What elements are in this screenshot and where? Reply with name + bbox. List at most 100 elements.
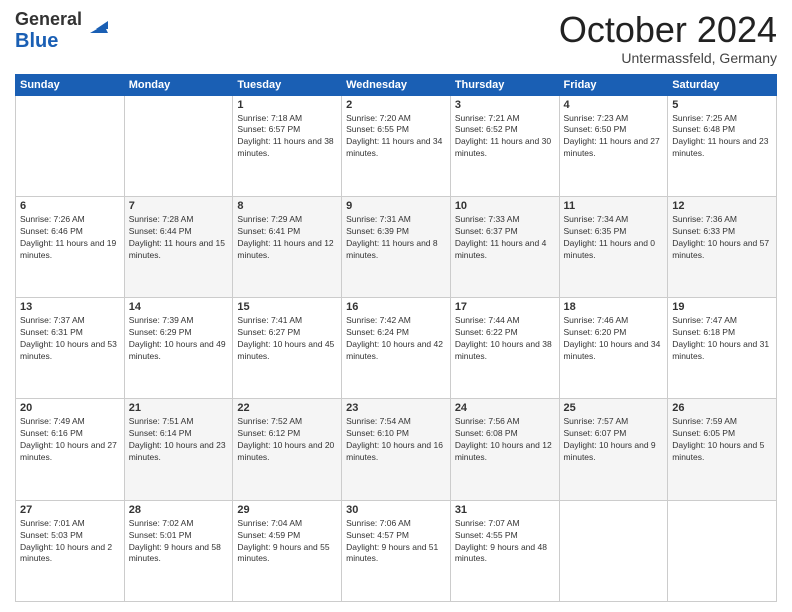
day-number: 27: [20, 504, 120, 516]
day-number: 4: [564, 99, 664, 111]
day-number: 25: [564, 402, 664, 414]
day-number: 19: [672, 301, 772, 313]
day-cell: 17 Sunrise: 7:44 AMSunset: 6:22 PMDayligh…: [450, 298, 559, 399]
day-number: 18: [564, 301, 664, 313]
day-info: Sunrise: 7:06 AMSunset: 4:57 PMDaylight:…: [346, 518, 446, 566]
day-info: Sunrise: 7:44 AMSunset: 6:22 PMDaylight:…: [455, 315, 555, 363]
calendar-page: General Blue October 2024 Untermassfeld,…: [0, 0, 792, 612]
day-info: Sunrise: 7:47 AMSunset: 6:18 PMDaylight:…: [672, 315, 772, 363]
day-cell: 27 Sunrise: 7:01 AMSunset: 5:03 PMDayligh…: [16, 500, 125, 601]
day-cell: 31Sunrise: 7:07 AMSunset: 4:55 PMDayligh…: [450, 500, 559, 601]
day-info: Sunrise: 7:04 AMSunset: 4:59 PMDaylight:…: [237, 518, 337, 566]
day-info: Sunrise: 7:33 AMSunset: 6:37 PMDaylight:…: [455, 214, 555, 262]
location-subtitle: Untermassfeld, Germany: [559, 50, 777, 66]
day-number: 31: [455, 504, 555, 516]
logo-text: General Blue: [15, 10, 82, 52]
day-info: Sunrise: 7:20 AMSunset: 6:55 PMDaylight:…: [346, 113, 446, 161]
day-info: Sunrise: 7:52 AMSunset: 6:12 PMDaylight:…: [237, 416, 337, 464]
month-title: October 2024: [559, 10, 777, 50]
day-cell: 19 Sunrise: 7:47 AMSunset: 6:18 PMDayligh…: [668, 298, 777, 399]
day-cell: 24Sunrise: 7:56 AMSunset: 6:08 PMDayligh…: [450, 399, 559, 500]
logo: General Blue: [15, 10, 108, 52]
day-cell: 30 Sunrise: 7:06 AMSunset: 4:57 PMDayligh…: [342, 500, 451, 601]
day-cell: 15Sunrise: 7:41 AMSunset: 6:27 PMDayligh…: [233, 298, 342, 399]
day-number: 29: [237, 504, 337, 516]
day-cell: 9 Sunrise: 7:31 AMSunset: 6:39 PMDaylight…: [342, 196, 451, 297]
day-info: Sunrise: 7:34 AMSunset: 6:35 PMDaylight:…: [564, 214, 664, 262]
week-row-1: 1 Sunrise: 7:18 AMSunset: 6:57 PMDaylight…: [16, 95, 777, 196]
day-number: 7: [129, 200, 229, 212]
day-info: Sunrise: 7:23 AMSunset: 6:50 PMDaylight:…: [564, 113, 664, 161]
day-number: 2: [346, 99, 446, 111]
day-info: Sunrise: 7:31 AMSunset: 6:39 PMDaylight:…: [346, 214, 446, 262]
day-cell: 18 Sunrise: 7:46 AMSunset: 6:20 PMDayligh…: [559, 298, 668, 399]
week-row-5: 27 Sunrise: 7:01 AMSunset: 5:03 PMDayligh…: [16, 500, 777, 601]
header: General Blue October 2024 Untermassfeld,…: [15, 10, 777, 66]
day-cell: 3 Sunrise: 7:21 AMSunset: 6:52 PMDaylight…: [450, 95, 559, 196]
day-number: 14: [129, 301, 229, 313]
day-cell: 4 Sunrise: 7:23 AMSunset: 6:50 PMDaylight…: [559, 95, 668, 196]
logo-icon: [86, 15, 108, 37]
day-info: Sunrise: 7:51 AMSunset: 6:14 PMDaylight:…: [129, 416, 229, 464]
day-cell: 6Sunrise: 7:26 AMSunset: 6:46 PMDaylight…: [16, 196, 125, 297]
header-row: SundayMondayTuesdayWednesdayThursdayFrid…: [16, 74, 777, 95]
day-number: 9: [346, 200, 446, 212]
day-info: Sunrise: 7:59 AMSunset: 6:05 PMDaylight:…: [672, 416, 772, 464]
day-number: 11: [564, 200, 664, 212]
day-number: 10: [455, 200, 555, 212]
day-cell: 22 Sunrise: 7:52 AMSunset: 6:12 PMDayligh…: [233, 399, 342, 500]
day-number: 16: [346, 301, 446, 313]
day-number: 3: [455, 99, 555, 111]
day-cell: 23Sunrise: 7:54 AMSunset: 6:10 PMDayligh…: [342, 399, 451, 500]
day-info: Sunrise: 7:57 AMSunset: 6:07 PMDaylight:…: [564, 416, 664, 464]
day-cell: 7 Sunrise: 7:28 AMSunset: 6:44 PMDaylight…: [124, 196, 233, 297]
day-cell: 13Sunrise: 7:37 AMSunset: 6:31 PMDayligh…: [16, 298, 125, 399]
day-number: 12: [672, 200, 772, 212]
day-number: 20: [20, 402, 120, 414]
day-info: Sunrise: 7:46 AMSunset: 6:20 PMDaylight:…: [564, 315, 664, 363]
day-cell: 29 Sunrise: 7:04 AMSunset: 4:59 PMDayligh…: [233, 500, 342, 601]
day-number: 1: [237, 99, 337, 111]
col-header-monday: Monday: [124, 74, 233, 95]
week-row-2: 6Sunrise: 7:26 AMSunset: 6:46 PMDaylight…: [16, 196, 777, 297]
col-header-wednesday: Wednesday: [342, 74, 451, 95]
day-number: 22: [237, 402, 337, 414]
day-number: 6: [20, 200, 120, 212]
day-info: Sunrise: 7:36 AMSunset: 6:33 PMDaylight:…: [672, 214, 772, 262]
day-info: Sunrise: 7:18 AMSunset: 6:57 PMDaylight:…: [237, 113, 337, 161]
day-cell: 2 Sunrise: 7:20 AMSunset: 6:55 PMDaylight…: [342, 95, 451, 196]
day-cell: 11 Sunrise: 7:34 AMSunset: 6:35 PMDayligh…: [559, 196, 668, 297]
day-cell: 5Sunrise: 7:25 AMSunset: 6:48 PMDaylight…: [668, 95, 777, 196]
day-info: Sunrise: 7:02 AMSunset: 5:01 PMDaylight:…: [129, 518, 229, 566]
week-row-3: 13Sunrise: 7:37 AMSunset: 6:31 PMDayligh…: [16, 298, 777, 399]
day-info: Sunrise: 7:42 AMSunset: 6:24 PMDaylight:…: [346, 315, 446, 363]
day-info: Sunrise: 7:28 AMSunset: 6:44 PMDaylight:…: [129, 214, 229, 262]
day-cell: 28 Sunrise: 7:02 AMSunset: 5:01 PMDayligh…: [124, 500, 233, 601]
day-cell: 26 Sunrise: 7:59 AMSunset: 6:05 PMDayligh…: [668, 399, 777, 500]
day-cell: [124, 95, 233, 196]
day-cell: 12 Sunrise: 7:36 AMSunset: 6:33 PMDayligh…: [668, 196, 777, 297]
day-cell: 8Sunrise: 7:29 AMSunset: 6:41 PMDaylight…: [233, 196, 342, 297]
day-cell: [16, 95, 125, 196]
day-number: 30: [346, 504, 446, 516]
day-info: Sunrise: 7:21 AMSunset: 6:52 PMDaylight:…: [455, 113, 555, 161]
day-number: 28: [129, 504, 229, 516]
day-number: 5: [672, 99, 772, 111]
day-cell: 21Sunrise: 7:51 AMSunset: 6:14 PMDayligh…: [124, 399, 233, 500]
day-info: Sunrise: 7:01 AMSunset: 5:03 PMDaylight:…: [20, 518, 120, 566]
day-number: 8: [237, 200, 337, 212]
day-info: Sunrise: 7:37 AMSunset: 6:31 PMDaylight:…: [20, 315, 120, 363]
day-cell: 14 Sunrise: 7:39 AMSunset: 6:29 PMDayligh…: [124, 298, 233, 399]
title-block: October 2024 Untermassfeld, Germany: [559, 10, 777, 66]
day-cell: 20Sunrise: 7:49 AMSunset: 6:16 PMDayligh…: [16, 399, 125, 500]
day-info: Sunrise: 7:56 AMSunset: 6:08 PMDaylight:…: [455, 416, 555, 464]
col-header-saturday: Saturday: [668, 74, 777, 95]
day-number: 26: [672, 402, 772, 414]
day-cell: 16 Sunrise: 7:42 AMSunset: 6:24 PMDayligh…: [342, 298, 451, 399]
day-info: Sunrise: 7:39 AMSunset: 6:29 PMDaylight:…: [129, 315, 229, 363]
day-number: 17: [455, 301, 555, 313]
col-header-thursday: Thursday: [450, 74, 559, 95]
col-header-sunday: Sunday: [16, 74, 125, 95]
logo-general: General: [15, 9, 82, 29]
day-cell: [559, 500, 668, 601]
